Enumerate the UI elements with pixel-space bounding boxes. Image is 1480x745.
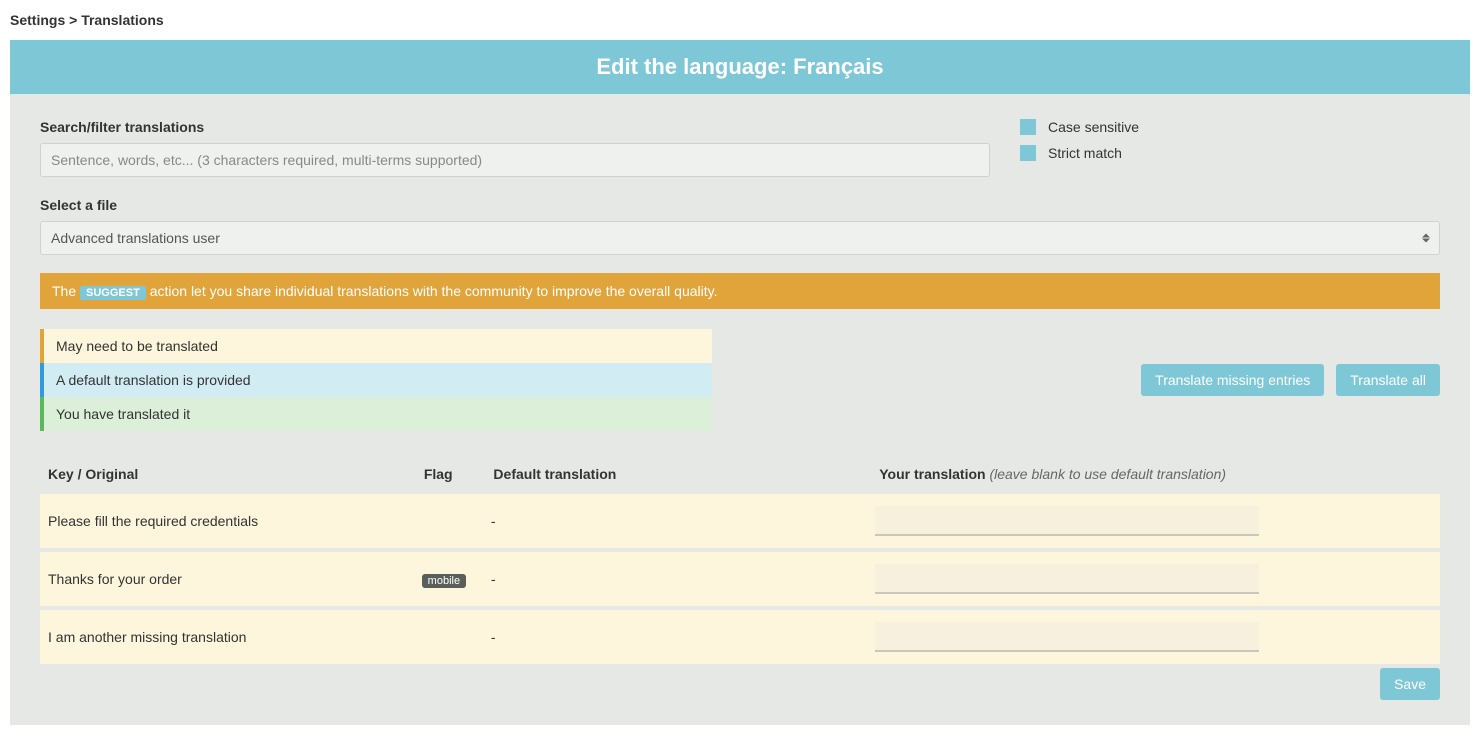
- translate-missing-button[interactable]: Translate missing entries: [1141, 364, 1324, 396]
- legend-item-yellow: May need to be translated: [40, 329, 712, 363]
- table-header: Key / Original Flag Default translation …: [40, 456, 1440, 494]
- file-select-section: Select a file Advanced translations user: [40, 197, 1440, 255]
- cell-key: I am another missing translation: [48, 629, 422, 645]
- translate-all-button[interactable]: Translate all: [1336, 364, 1440, 396]
- case-sensitive-checkbox[interactable]: [1020, 119, 1036, 135]
- info-banner-pre: The: [52, 283, 80, 299]
- header-flag: Flag: [424, 466, 494, 482]
- header-key: Key / Original: [48, 466, 424, 482]
- header-your-hint: (leave blank to use default translation): [989, 466, 1226, 482]
- cell-default: -: [491, 513, 865, 529]
- strict-match-row: Strict match: [1020, 145, 1440, 161]
- case-sensitive-label: Case sensitive: [1048, 119, 1139, 135]
- legend-item-blue: A default translation is provided: [40, 363, 712, 397]
- breadcrumb: Settings > Translations: [0, 0, 1480, 40]
- header-default: Default translation: [493, 466, 869, 482]
- suggest-badge: SUGGEST: [80, 286, 146, 300]
- flag-badge: mobile: [422, 574, 466, 588]
- translations-table: Key / Original Flag Default translation …: [40, 456, 1440, 668]
- your-translation-input[interactable]: [875, 564, 1260, 594]
- cell-flag: mobile: [422, 571, 491, 588]
- search-label: Search/filter translations: [40, 119, 990, 135]
- breadcrumb-current: Translations: [81, 12, 163, 28]
- cell-your: [865, 564, 1432, 594]
- filter-row: Search/filter translations Case sensitiv…: [40, 119, 1440, 177]
- legend: May need to be translated A default tran…: [40, 329, 712, 431]
- page-title: Edit the language: Français: [10, 40, 1470, 94]
- bulk-actions: Translate missing entries Translate all: [1141, 364, 1440, 396]
- cell-key: Thanks for your order: [48, 571, 422, 587]
- file-select[interactable]: Advanced translations user: [40, 221, 1440, 255]
- save-row: Save: [40, 668, 1440, 700]
- file-select-label: Select a file: [40, 197, 1440, 213]
- cell-default: -: [491, 629, 865, 645]
- main-container: Edit the language: Français Search/filte…: [10, 40, 1470, 725]
- case-sensitive-row: Case sensitive: [1020, 119, 1440, 135]
- table-row: Please fill the required credentials -: [40, 494, 1440, 552]
- legend-row: May need to be translated A default tran…: [40, 329, 1440, 431]
- info-banner: The SUGGEST action let you share individ…: [40, 273, 1440, 309]
- search-input[interactable]: [40, 143, 990, 177]
- cell-your: [865, 622, 1432, 652]
- header-your: Your translation (leave blank to use def…: [869, 466, 1440, 482]
- table-row: Thanks for your order mobile -: [40, 552, 1440, 610]
- legend-item-green: You have translated it: [40, 397, 712, 431]
- your-translation-input[interactable]: [875, 506, 1260, 536]
- breadcrumb-separator: >: [69, 12, 77, 28]
- search-section: Search/filter translations: [40, 119, 990, 177]
- header-your-label: Your translation: [879, 466, 985, 482]
- strict-match-label: Strict match: [1048, 145, 1122, 161]
- file-select-wrap: Advanced translations user: [40, 221, 1440, 255]
- breadcrumb-parent[interactable]: Settings: [10, 12, 65, 28]
- content-area: Search/filter translations Case sensitiv…: [10, 94, 1470, 725]
- cell-default: -: [491, 571, 865, 587]
- your-translation-input[interactable]: [875, 622, 1260, 652]
- table-row: I am another missing translation -: [40, 610, 1440, 668]
- strict-match-checkbox[interactable]: [1020, 145, 1036, 161]
- save-button[interactable]: Save: [1380, 668, 1440, 700]
- cell-key: Please fill the required credentials: [48, 513, 422, 529]
- filter-options: Case sensitive Strict match: [1020, 119, 1440, 171]
- info-banner-post: action let you share individual translat…: [146, 283, 718, 299]
- cell-your: [865, 506, 1432, 536]
